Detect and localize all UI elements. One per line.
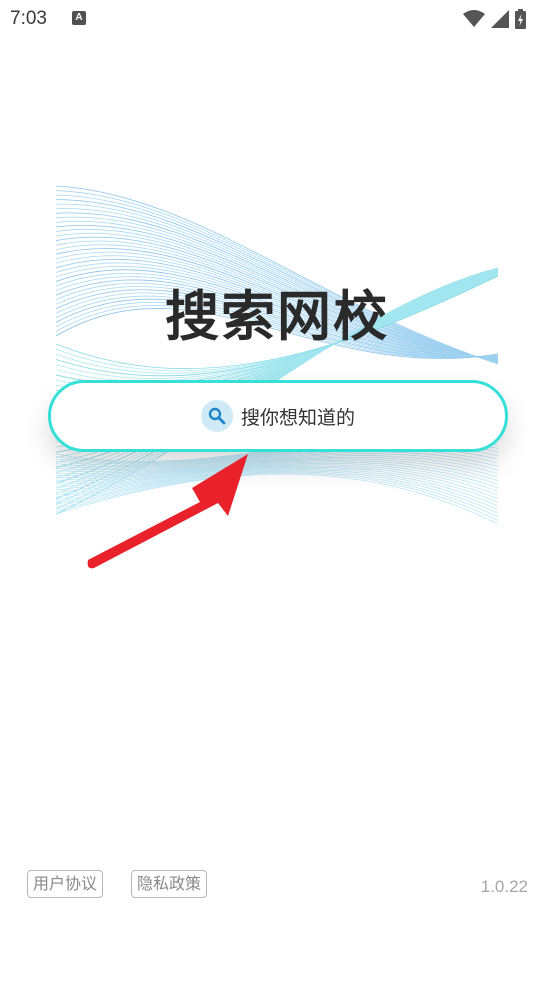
text-a-icon: A [72, 11, 86, 25]
status-icons [463, 8, 526, 30]
battery-charging-icon [515, 9, 526, 29]
search-inner: 搜你想知道的 [51, 383, 505, 449]
user-agreement-link[interactable]: 用户协议 [27, 870, 104, 898]
version-label: 1.0.22 [480, 877, 528, 896]
red-arrow-icon [87, 454, 248, 569]
status-bar: 7:03 A [0, 0, 554, 38]
search-icon [200, 400, 233, 432]
page-title: 搜索网校 [165, 285, 389, 348]
search-input[interactable]: 搜你想知道的 [48, 380, 508, 452]
search-placeholder: 搜你想知道的 [240, 406, 355, 429]
privacy-policy-link[interactable]: 隐私政策 [131, 870, 208, 898]
status-time: 7:03 [10, 8, 47, 29]
signal-icon [491, 10, 509, 28]
screen: 7:03 A 搜索网校 搜你想知道的 用户协议 隐私政策 1.0.22 [0, 0, 554, 985]
wifi-icon [463, 10, 485, 27]
